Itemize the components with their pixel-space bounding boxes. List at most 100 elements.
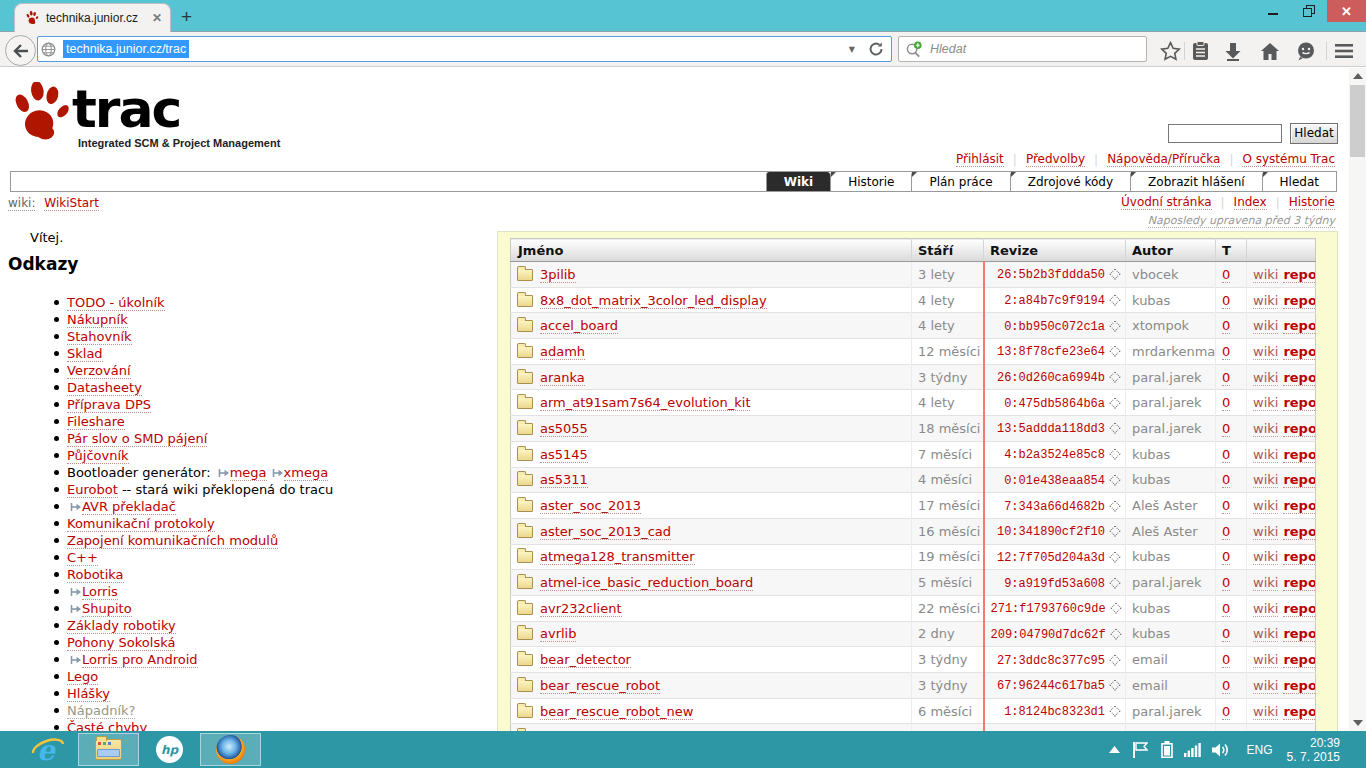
changeset-diamond-icon[interactable] [1109,526,1120,537]
tickets-link[interactable]: 0 [1222,549,1230,565]
tickets-link[interactable]: 0 [1222,524,1230,540]
repo-name-link[interactable]: avr232client [540,601,622,617]
taskbar-firefox-icon[interactable] [200,733,261,766]
wiki-link[interactable]: Lorris [82,584,118,600]
changeset-diamond-icon[interactable] [1109,705,1120,716]
tickets-link[interactable]: 0 [1222,421,1230,437]
metanav-link[interactable]: O systému Trac [1242,152,1335,167]
column-header-Jméno[interactable]: Jméno [511,239,912,262]
column-header-links[interactable] [1247,239,1316,262]
revision-link[interactable]: 27:3ddc8c377c95 [997,654,1105,668]
tickets-link[interactable]: 0 [1222,267,1230,283]
breadcrumb-page-link[interactable]: WikiStart [44,196,99,211]
wiki-link[interactable]: Pohony Sokolská [67,635,175,651]
nav-tab-zobrazit-hl-en-[interactable]: Zobrazit hlášení [1130,172,1262,191]
revision-link[interactable]: 9:a919fd53a608 [1004,577,1105,591]
revision-link[interactable]: 26:5b2b3fddda50 [997,268,1105,282]
wiki-link[interactable]: Nákupník [67,312,128,328]
changeset-diamond-icon[interactable] [1109,423,1120,434]
repo-browse-link[interactable]: repo [1283,652,1315,668]
repo-browse-link[interactable]: repo [1283,524,1315,540]
revision-link[interactable]: 13:8f78cfe23e64 [997,345,1105,359]
wiki-link[interactable]: Sklad [67,346,103,362]
changeset-diamond-icon[interactable] [1109,577,1120,588]
trac-search-input[interactable] [1168,124,1282,143]
urlbar-dropdown-icon[interactable]: ▼ [840,45,864,54]
wiki-page-link[interactable]: wiki [1253,524,1278,540]
wiki-link[interactable]: Časté chyby [67,720,147,731]
wiki-link[interactable]: Lorris pro Android [82,652,198,668]
repo-name-link[interactable]: accel_board [540,318,618,334]
column-header-Stáří[interactable]: Stáří [912,239,984,262]
revision-link[interactable]: 0:475db5864b6a [1004,397,1105,411]
page-scrollbar[interactable] [1349,68,1366,731]
revision-link[interactable]: 4:b2a3524e85c8 [1004,448,1105,462]
wiki-link[interactable]: Hlášky [67,686,110,702]
wiki-page-link[interactable]: wiki [1253,549,1278,565]
home-icon[interactable] [1258,39,1282,63]
revision-link[interactable]: 7:343a66d4682b [1004,500,1105,514]
changeset-diamond-icon[interactable] [1109,448,1120,459]
taskbar-hp-icon[interactable]: hp [139,733,200,766]
wiki-link[interactable]: Fileshare [67,414,125,430]
window-close-button[interactable]: ✕ [1327,0,1366,22]
tickets-link[interactable]: 0 [1222,344,1230,360]
tickets-link[interactable]: 0 [1222,601,1230,617]
nav-tab-wiki[interactable]: Wiki [766,172,830,191]
changeset-diamond-icon[interactable] [1109,346,1120,357]
tickets-link[interactable]: 0 [1222,575,1230,591]
column-header-Revize[interactable]: Revize [984,239,1126,262]
repo-browse-link[interactable]: repo [1283,601,1315,617]
repo-browse-link[interactable]: repo [1283,395,1315,411]
repo-browse-link[interactable]: repo [1283,370,1315,386]
wiki-link[interactable]: Pár slov o SMD pájení [67,431,207,447]
browser-tab[interactable]: technika.junior.cz ✕ [14,3,171,32]
revision-link[interactable]: 0:01e438eaa854 [1004,474,1105,488]
column-header-Autor[interactable]: Autor [1126,239,1216,262]
search-engine-icon[interactable] [905,41,923,58]
tickets-link[interactable]: 0 [1222,704,1230,720]
repo-name-link[interactable]: atmel-ice_basic_reduction_board [540,575,753,591]
downloads-icon[interactable] [1221,39,1245,63]
url-text[interactable]: technika.junior.cz/trac [63,40,189,58]
trac-logo-text[interactable]: trac [72,79,180,139]
wiki-page-link[interactable]: wiki [1253,318,1278,334]
revision-link[interactable]: 10:341890cf2f10 [997,525,1105,539]
wiki-link[interactable]: Stahovník [67,329,132,345]
tray-battery-icon[interactable] [1161,741,1173,758]
changeset-diamond-icon[interactable] [1110,628,1121,639]
repo-name-link[interactable]: as5055 [540,421,588,437]
repo-name-link[interactable]: aster_soc_2013 [540,498,641,514]
wiki-page-link[interactable]: wiki [1253,421,1278,437]
tickets-link[interactable]: 0 [1222,626,1230,642]
wiki-page-link[interactable]: wiki [1253,626,1278,642]
nav-tab-hledat[interactable]: Hledat [1262,172,1336,191]
wiki-link[interactable]: Robotika [67,567,124,583]
tickets-link[interactable]: 0 [1222,370,1230,386]
scrollbar-thumb[interactable] [1350,85,1365,157]
last-modified-note[interactable]: Naposledy upravena před 3 týdny [1148,214,1335,228]
tray-network-icon[interactable] [1184,743,1201,757]
wiki-page-link[interactable]: wiki [1253,498,1278,514]
tray-language-indicator[interactable]: ENG [1247,743,1273,757]
revision-link[interactable]: 209:04790d7dc62f [991,628,1106,642]
column-header-T[interactable]: T [1216,239,1247,262]
wiki-link[interactable]: C++ [67,550,98,566]
repo-name-link[interactable]: adamh [540,344,585,360]
tickets-link[interactable]: 0 [1222,293,1230,309]
tab-close-icon[interactable]: ✕ [152,11,162,25]
revision-link[interactable]: 67:96244c617ba5 [997,679,1105,693]
ctxtnav-link[interactable]: Historie [1289,195,1335,210]
wiki-link[interactable]: Verzování [67,363,131,379]
metanav-link[interactable]: Přihlásit [956,152,1004,167]
tickets-link[interactable]: 0 [1222,318,1230,334]
reload-icon[interactable] [868,41,884,57]
hello-chat-icon[interactable] [1294,39,1318,63]
ctxtnav-link[interactable]: Index [1234,195,1267,210]
wiki-link[interactable]: Eurobot [67,482,118,498]
wiki-page-link[interactable]: wiki [1253,395,1278,411]
tray-action-center-flag-icon[interactable] [1133,742,1148,758]
revision-link[interactable]: 1:8124bc8323d1 [1004,705,1105,719]
repo-name-link[interactable]: avrlib [540,626,576,642]
revision-link[interactable]: 2:a84b7c9f9194 [1004,294,1105,308]
